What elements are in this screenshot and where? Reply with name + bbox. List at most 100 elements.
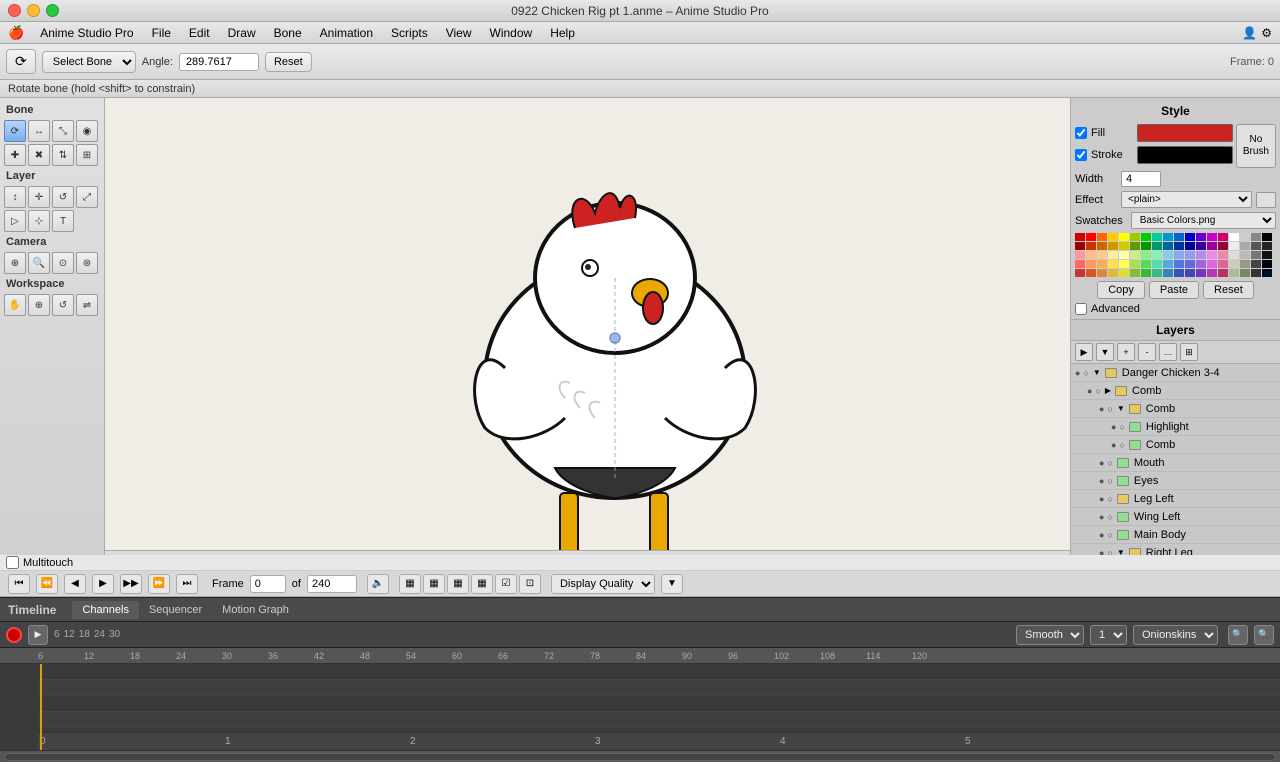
layer-item[interactable]: ●○▶Comb xyxy=(1071,382,1280,400)
text-tool[interactable]: T xyxy=(52,210,74,232)
layer-item[interactable]: ●○▼Danger Chicken 3-4 xyxy=(1071,364,1280,382)
transform-tool-btn[interactable]: ⟳ xyxy=(6,49,36,74)
color-cell[interactable] xyxy=(1218,242,1228,250)
layer-item[interactable]: ●○Mouth xyxy=(1071,454,1280,472)
color-cell[interactable] xyxy=(1251,233,1261,241)
layer-menu-btn[interactable]: … xyxy=(1159,343,1177,361)
stroke-checkbox[interactable] xyxy=(1075,149,1087,161)
color-cell[interactable] xyxy=(1108,233,1118,241)
color-cell[interactable] xyxy=(1130,269,1140,277)
color-cell[interactable] xyxy=(1163,260,1173,268)
color-cell[interactable] xyxy=(1174,242,1184,250)
go-start-btn[interactable]: ⏮ xyxy=(8,574,30,594)
fold-arrow-icon[interactable]: ▼ xyxy=(1117,548,1125,555)
color-cell[interactable] xyxy=(1240,242,1250,250)
zoom-camera-tool[interactable]: 🔍 xyxy=(28,252,50,274)
color-cell[interactable] xyxy=(1207,242,1217,250)
width-input[interactable] xyxy=(1121,171,1161,187)
hand-tool[interactable]: ✋ xyxy=(4,294,26,316)
layer-vis-buttons[interactable]: ●○ xyxy=(1099,530,1113,540)
tl-play-btn[interactable]: ▶ xyxy=(28,625,48,645)
scroll-track[interactable] xyxy=(4,753,1276,761)
menu-scripts[interactable]: Scripts xyxy=(383,24,436,42)
delete-bone-tool[interactable]: ✖ xyxy=(28,144,50,166)
color-cell[interactable] xyxy=(1174,269,1184,277)
color-cell[interactable] xyxy=(1119,242,1129,250)
color-cell[interactable] xyxy=(1163,251,1173,259)
color-cell[interactable] xyxy=(1262,233,1272,241)
color-cell[interactable] xyxy=(1229,269,1239,277)
color-cell[interactable] xyxy=(1141,269,1151,277)
color-cell[interactable] xyxy=(1097,242,1107,250)
color-cell[interactable] xyxy=(1196,233,1206,241)
color-cell[interactable] xyxy=(1130,233,1140,241)
menu-window[interactable]: Window xyxy=(482,24,541,42)
color-cell[interactable] xyxy=(1097,233,1107,241)
layer-vis-buttons[interactable]: ●○ xyxy=(1099,476,1113,486)
color-cell[interactable] xyxy=(1196,260,1206,268)
color-cell[interactable] xyxy=(1119,233,1129,241)
color-cell[interactable] xyxy=(1229,251,1239,259)
maximize-button[interactable] xyxy=(46,4,59,17)
color-cell[interactable] xyxy=(1207,260,1217,268)
close-button[interactable] xyxy=(8,4,21,17)
color-cell[interactable] xyxy=(1152,269,1162,277)
color-cell[interactable] xyxy=(1196,251,1206,259)
go-end-btn[interactable]: ⏭ xyxy=(176,574,198,594)
color-cell[interactable] xyxy=(1075,233,1085,241)
speed-select[interactable]: 1 xyxy=(1090,625,1127,645)
color-cell[interactable] xyxy=(1086,251,1096,259)
color-cell[interactable] xyxy=(1086,269,1096,277)
view-btn-6[interactable]: ⊡ xyxy=(519,574,541,594)
color-cell[interactable] xyxy=(1229,233,1239,241)
rotate-bone-tool[interactable]: ⟳ xyxy=(4,120,26,142)
color-cell[interactable] xyxy=(1141,260,1151,268)
layer-item[interactable]: ●○▼Comb xyxy=(1071,400,1280,418)
color-cell[interactable] xyxy=(1130,260,1140,268)
color-cell[interactable] xyxy=(1152,260,1162,268)
tl-zoom-out-btn[interactable]: 🔍 xyxy=(1254,625,1274,645)
color-cell[interactable] xyxy=(1141,233,1151,241)
color-cell[interactable] xyxy=(1218,269,1228,277)
onionskins-select[interactable]: Onionskins xyxy=(1133,625,1218,645)
reset-button[interactable]: Reset xyxy=(265,52,312,72)
fill-checkbox[interactable] xyxy=(1075,127,1087,139)
color-cell[interactable] xyxy=(1097,269,1107,277)
play-btn[interactable]: ▶ xyxy=(92,574,114,594)
color-cell[interactable] xyxy=(1075,260,1085,268)
reset-view-tool[interactable]: ↺ xyxy=(52,294,74,316)
color-cell[interactable] xyxy=(1163,233,1173,241)
zoom-view-tool[interactable]: ⊕ xyxy=(28,294,50,316)
layer-item[interactable]: ●○Leg Left xyxy=(1071,490,1280,508)
reset-style-button[interactable]: Reset xyxy=(1203,281,1254,299)
tab-motion-graph[interactable]: Motion Graph xyxy=(212,601,299,619)
multitouch-checkbox[interactable] xyxy=(6,556,19,569)
color-cell[interactable] xyxy=(1251,251,1261,259)
menu-view[interactable]: View xyxy=(438,24,480,42)
color-cell[interactable] xyxy=(1207,251,1217,259)
flip-view-tool[interactable]: ⇌ xyxy=(76,294,98,316)
layer-vis-buttons[interactable]: ●○ xyxy=(1099,512,1113,522)
fill-color-swatch[interactable] xyxy=(1137,124,1233,142)
roll-camera-tool[interactable]: ⊛ xyxy=(76,252,98,274)
color-cell[interactable] xyxy=(1086,233,1096,241)
color-cell[interactable] xyxy=(1108,260,1118,268)
color-cell[interactable] xyxy=(1086,242,1096,250)
color-cell[interactable] xyxy=(1262,251,1272,259)
copy-button[interactable]: Copy xyxy=(1097,281,1145,299)
layer-vis-buttons[interactable]: ●○ xyxy=(1075,368,1089,378)
view-btn-5[interactable]: ☑ xyxy=(495,574,517,594)
color-cell[interactable] xyxy=(1108,269,1118,277)
layer-collapse-btn[interactable]: ▼ xyxy=(1096,343,1114,361)
step-forward-btn[interactable]: ⏩ xyxy=(148,574,170,594)
tab-sequencer[interactable]: Sequencer xyxy=(139,601,212,619)
scale-layer-tool[interactable]: ⤢ xyxy=(76,186,98,208)
layer-item[interactable]: ●○Main Body xyxy=(1071,526,1280,544)
color-cell[interactable] xyxy=(1174,251,1184,259)
layer-item[interactable]: ●○Eyes xyxy=(1071,472,1280,490)
color-cell[interactable] xyxy=(1262,269,1272,277)
color-cell[interactable] xyxy=(1196,242,1206,250)
layer-vis-buttons[interactable]: ●○ xyxy=(1111,422,1125,432)
layer-vis-buttons[interactable]: ●○ xyxy=(1099,404,1113,414)
color-cell[interactable] xyxy=(1152,251,1162,259)
